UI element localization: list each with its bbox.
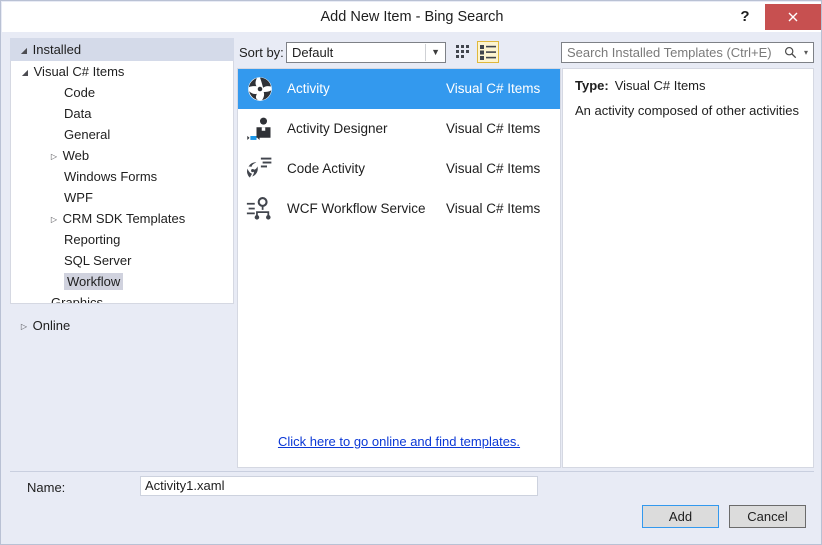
sort-by-dropdown[interactable]: Default ▼ (286, 42, 446, 63)
tree-node-label: SQL Server (64, 253, 132, 268)
title-bar: Add New Item - Bing Search ? (2, 2, 821, 32)
tree-node-label: Reporting (64, 232, 121, 247)
tree-node-visual-csharp-items[interactable]: ◢ Visual C# Items (11, 61, 233, 82)
close-button[interactable] (765, 4, 821, 30)
footer-divider (10, 471, 814, 472)
name-label: Name: (27, 480, 66, 495)
tree-node-sql-server[interactable]: SQL Server (11, 250, 233, 271)
detail-type-row: Type: Visual C# Items (575, 78, 706, 93)
list-item[interactable]: Code Activity Visual C# Items (238, 149, 560, 189)
grid-view-button[interactable] (452, 41, 474, 63)
search-icon (784, 46, 797, 59)
tree-node-windows-forms[interactable]: Windows Forms (11, 166, 233, 187)
help-button[interactable]: ? (730, 2, 760, 32)
tree-group-online-label: Online (32, 318, 71, 333)
tree-node-workflow[interactable]: Workflow (11, 271, 233, 292)
add-new-item-dialog: Add New Item - Bing Search ? ◢ Installed… (0, 0, 822, 545)
template-list: Activity Visual C# Items Activity Design… (237, 68, 561, 468)
list-item-category: Visual C# Items (446, 81, 541, 96)
tree-node-wpf[interactable]: WPF (11, 187, 233, 208)
cancel-button[interactable]: Cancel (729, 505, 806, 528)
tree-node-label: General (64, 127, 111, 142)
activity-pinwheel-icon (248, 77, 272, 101)
tree-node-label: Graphics (51, 295, 104, 304)
tree-group-installed-label: Installed (32, 42, 82, 57)
tree-node-data[interactable]: Data (11, 103, 233, 124)
list-item-name: Code Activity (287, 161, 366, 176)
name-input[interactable]: Activity1.xaml (140, 476, 538, 496)
template-categories-tree: ◢ Installed ◢ Visual C# Items Code Data … (10, 38, 234, 468)
dropdown-divider (425, 44, 426, 61)
list-item-category: Visual C# Items (446, 161, 541, 176)
tree-node-reporting[interactable]: Reporting (11, 229, 233, 250)
chevron-down-icon: ◢ (21, 68, 29, 78)
tree-node-general[interactable]: General (11, 124, 233, 145)
activity-designer-icon (247, 117, 271, 141)
tree-node-label: WPF (64, 190, 93, 205)
chevron-down-icon: ▼ (431, 47, 440, 57)
tree-node-web[interactable]: ▷ Web (11, 145, 233, 166)
list-item[interactable]: Activity Designer Visual C# Items (238, 109, 560, 149)
tree-node-label: Visual C# Items (33, 64, 125, 79)
tree-node-graphics[interactable]: Graphics (11, 292, 233, 304)
chevron-right-icon: ▷ (50, 152, 58, 162)
tree-node-list[interactable]: ◢ Visual C# Items Code Data General ▷ We… (10, 61, 234, 304)
dialog-title: Add New Item - Bing Search (320, 9, 504, 25)
chevron-down-icon: ◢ (20, 46, 28, 56)
sort-by-label: Sort by: (239, 45, 284, 60)
list-item[interactable]: Activity Visual C# Items (238, 69, 560, 109)
tree-group-installed[interactable]: ◢ Installed (10, 38, 234, 61)
tree-node-label: Workflow (64, 273, 124, 290)
template-details-panel: Type: Visual C# Items An activity compose… (562, 68, 814, 468)
list-view-icon (480, 45, 496, 60)
list-item[interactable]: WCF Workflow Service Visual C# Items (238, 189, 560, 229)
tree-node-label: Web (62, 148, 90, 163)
tree-group-online[interactable]: ▷ Online (10, 314, 234, 337)
tree-node-label: Data (64, 106, 92, 121)
detail-description: An activity composed of other activities (575, 103, 799, 118)
detail-type-value: Visual C# Items (614, 78, 706, 93)
chevron-down-icon[interactable]: ▾ (804, 43, 808, 62)
list-view-button[interactable] (477, 41, 499, 63)
go-online-find-templates-link[interactable]: Click here to go online and find templat… (238, 434, 560, 449)
close-icon (788, 12, 798, 22)
grid-view-icon (456, 45, 469, 58)
chevron-right-icon: ▷ (50, 215, 58, 225)
list-item-name: Activity Designer (287, 121, 388, 136)
tree-node-label: CRM SDK Templates (62, 211, 186, 226)
list-item-name: Activity (287, 81, 330, 96)
sort-by-value: Default (292, 45, 334, 60)
code-activity-icon (247, 157, 272, 178)
search-input[interactable]: Search Installed Templates (Ctrl+E) (567, 43, 772, 62)
tree-node-label: Windows Forms (64, 169, 158, 184)
tree-node-crm-sdk-templates[interactable]: ▷ CRM SDK Templates (11, 208, 233, 229)
chevron-right-icon: ▷ (20, 322, 28, 332)
list-item-name: WCF Workflow Service (287, 201, 426, 216)
search-templates-box[interactable]: Search Installed Templates (Ctrl+E) ▾ (561, 42, 814, 63)
tree-node-label: Code (64, 85, 96, 100)
detail-type-label: Type: (575, 78, 609, 93)
wcf-workflow-service-icon (246, 197, 271, 220)
list-item-category: Visual C# Items (446, 201, 541, 216)
list-item-category: Visual C# Items (446, 121, 541, 136)
tree-node-code[interactable]: Code (11, 82, 233, 103)
add-button[interactable]: Add (642, 505, 719, 528)
